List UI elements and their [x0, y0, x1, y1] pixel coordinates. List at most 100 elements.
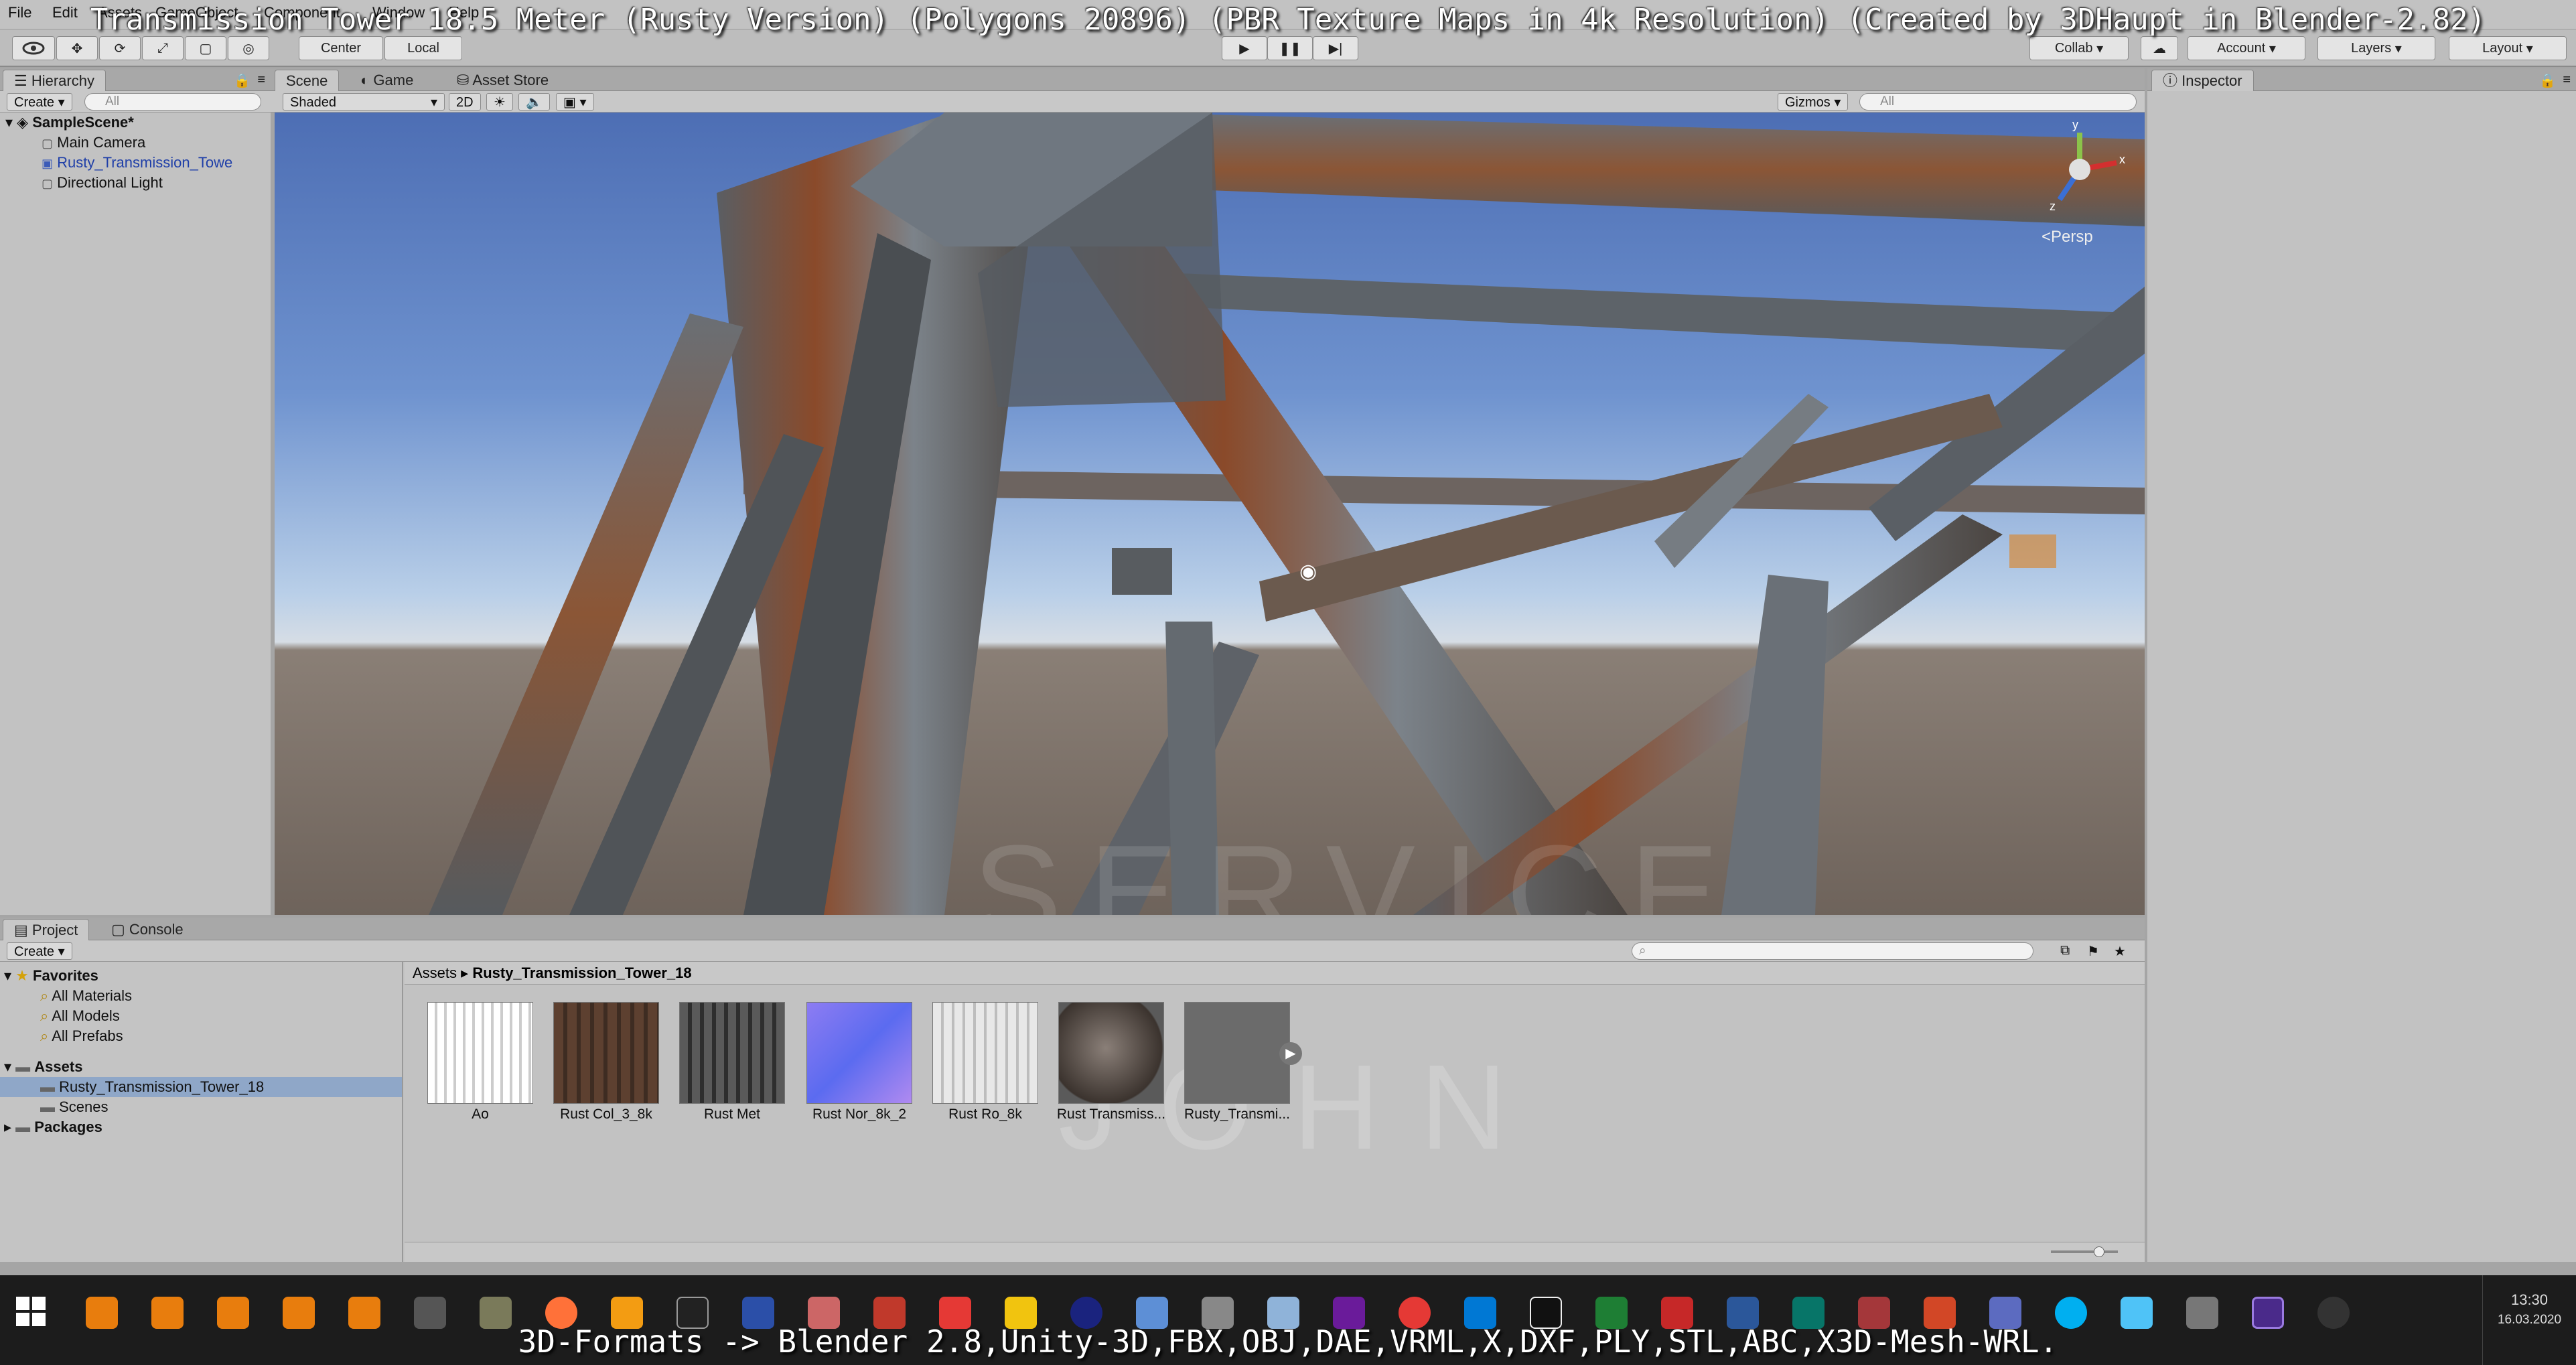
packages-folder[interactable]: ▸ ▬ Packages — [0, 1117, 402, 1137]
layout-dropdown[interactable]: Layout ▾ — [2449, 36, 2567, 60]
tab-game[interactable]: ◐ Game — [350, 70, 424, 91]
rect-tool-button[interactable]: ▢ — [185, 36, 226, 60]
asset-thumbnail-ao[interactable] — [427, 1002, 533, 1104]
scene-root-item[interactable]: ▾ ◈ SampleScene* — [0, 113, 271, 133]
lighting-toggle[interactable]: ☀ — [486, 93, 513, 111]
breadcrumb-folder[interactable]: Rusty_Transmission_Tower_18 — [472, 964, 691, 981]
move-tool-button[interactable]: ✥ — [56, 36, 98, 60]
audio-toggle[interactable]: 🔈 — [518, 93, 550, 111]
project-create-dropdown[interactable]: Create ▾ — [7, 942, 72, 960]
asset-thumbnail-material[interactable] — [1058, 1002, 1164, 1104]
account-dropdown[interactable]: Account ▾ — [2188, 36, 2305, 60]
zoom-slider-handle[interactable] — [2094, 1246, 2104, 1257]
panel-menu-icon[interactable]: ≡ — [257, 72, 265, 88]
folder-item-selected[interactable]: ▬ Rusty_Transmission_Tower_18 — [0, 1077, 402, 1097]
asset-thumbnail-roughness[interactable] — [932, 1002, 1038, 1104]
lock-icon[interactable]: 🔒 — [2539, 72, 2556, 89]
pivot-center-button[interactable]: Center — [299, 36, 383, 60]
folder-icon: ▤ — [14, 922, 32, 938]
transmission-tower-render — [429, 113, 2145, 915]
tab-scene[interactable]: Scene — [275, 70, 340, 91]
breadcrumb-assets[interactable]: Assets — [413, 964, 457, 981]
folder-item[interactable]: ▬ Scenes — [0, 1097, 402, 1117]
hand-tool-button[interactable] — [12, 36, 55, 60]
folder-icon: ▬ — [40, 1098, 55, 1115]
lock-icon[interactable]: 🔒 — [234, 72, 251, 89]
gizmos-dropdown[interactable]: Gizmos ▾ — [1778, 93, 1849, 111]
collab-dropdown[interactable]: Collab ▾ — [2029, 36, 2129, 60]
transform-tool-button[interactable]: ◎ — [228, 36, 269, 60]
scene-panel-header: Scene ◐ Game ⛁ Asset Store Shaded ▾ 2D ☀ … — [271, 68, 2145, 113]
expand-arrow-icon[interactable]: ▾ — [5, 114, 13, 131]
asset-label: Rusty_Transmi... — [1184, 1106, 1290, 1122]
inspector-panel: ⓘ Inspector 🔒 ≡ — [2147, 68, 2576, 1262]
hierarchy-item[interactable]: ▢ Directional Light — [0, 173, 271, 193]
play-icon: ▶ — [1239, 41, 1250, 56]
layers-dropdown[interactable]: Layers ▾ — [2317, 36, 2435, 60]
gameobject-icon: ▢ — [42, 177, 54, 190]
favorite-item[interactable]: ⌕ All Materials — [0, 986, 402, 1006]
breadcrumb: Assets ▸ Rusty_Transmission_Tower_18 — [405, 962, 2145, 985]
search-filter-icon: ⌕ — [40, 1007, 49, 1024]
favorites-folder[interactable]: ▾ ★ Favorites — [0, 966, 402, 986]
list-icon: ☰ — [14, 72, 31, 89]
expand-prefab-icon[interactable]: ▶ — [1279, 1042, 1302, 1065]
asset-thumbnail-metal[interactable] — [679, 1002, 785, 1104]
hierarchy-item-selected[interactable]: ▣ Rusty_Transmission_Towe — [0, 153, 271, 173]
pause-button[interactable]: ❚❚ — [1267, 36, 1313, 60]
tab-hierarchy[interactable]: ☰ Hierarchy — [3, 70, 106, 91]
scene-viewport[interactable]: SERVICE y x z <Persp ◉ — [275, 113, 2145, 915]
2d-toggle[interactable]: 2D — [449, 93, 481, 111]
panel-menu-icon[interactable]: ≡ — [2563, 72, 2571, 88]
video-caption-overlay: 3D-Formats -> Blender 2.8,Unity-3D,FBX,O… — [518, 1323, 2058, 1360]
play-button[interactable]: ▶ — [1222, 36, 1267, 60]
asset-thumbnail-model[interactable] — [1184, 1002, 1290, 1104]
favorite-item[interactable]: ⌕ All Models — [0, 1006, 402, 1026]
asset-label: Rust Ro_8k — [948, 1106, 1022, 1122]
filter-label-icon[interactable]: ⚑ — [2087, 943, 2099, 960]
tab-inspector[interactable]: ⓘ Inspector — [2151, 70, 2254, 91]
zoom-slider[interactable] — [2051, 1250, 2118, 1253]
cloud-icon: ☁ — [2153, 41, 2166, 56]
assets-folder[interactable]: ▾ ▬ Assets — [0, 1057, 402, 1077]
project-search-input[interactable]: ⌕ — [1632, 942, 2033, 960]
tab-console[interactable]: ▢ Console — [100, 919, 194, 940]
pause-icon: ❚❚ — [1279, 41, 1301, 56]
hierarchy-panel: ☰ Hierarchy 🔒 ≡ Create ▾ All ▾ ◈ SampleS… — [0, 68, 271, 915]
search-icon: ⌕ — [1639, 944, 1646, 958]
step-icon: ▶| — [1328, 41, 1343, 56]
step-button[interactable]: ▶| — [1313, 36, 1358, 60]
info-icon: ⓘ — [2163, 72, 2182, 89]
windows-start-icon[interactable] — [16, 1297, 46, 1326]
scene-search-input[interactable]: All — [1859, 93, 2137, 111]
filter-type-icon[interactable]: ⧉ — [2060, 943, 2070, 958]
hierarchy-item[interactable]: ▢ Main Camera — [0, 133, 271, 153]
favorite-item[interactable]: ⌕ All Prefabs — [0, 1026, 402, 1046]
folder-icon: ▬ — [40, 1078, 55, 1095]
rotate-tool-button[interactable]: ⟳ — [99, 36, 141, 60]
project-footer — [405, 1242, 2145, 1262]
shading-mode-dropdown[interactable]: Shaded ▾ — [283, 93, 445, 111]
hierarchy-search-input[interactable]: All — [84, 93, 261, 111]
rotate-icon: ⟳ — [114, 41, 126, 56]
cursor-eye-icon: ◉ — [1299, 561, 1317, 583]
asset-thumbnail-normal[interactable] — [806, 1002, 912, 1104]
asset-label: Ao — [472, 1106, 489, 1122]
eye-icon — [22, 42, 45, 55]
asset-label: Rust Met — [703, 1106, 761, 1122]
favorite-star-icon[interactable]: ★ — [2114, 943, 2126, 960]
tab-asset-store[interactable]: ⛁ Asset Store — [446, 70, 559, 91]
hierarchy-create-dropdown[interactable]: Create ▾ — [7, 93, 72, 111]
asset-thumbnail-color[interactable] — [553, 1002, 659, 1104]
star-icon: ★ — [15, 967, 29, 984]
asset-label: Rust Nor_8k_2 — [812, 1106, 907, 1122]
scale-tool-button[interactable]: ⤢ — [142, 36, 184, 60]
pivot-local-button[interactable]: Local — [384, 36, 462, 60]
effects-dropdown[interactable]: ▣ ▾ — [556, 93, 594, 111]
scene-gizmo[interactable]: y x z — [2029, 118, 2130, 220]
image-icon: ▣ — [563, 95, 576, 110]
cloud-button[interactable]: ☁ — [2141, 36, 2178, 60]
speaker-icon: 🔈 — [526, 95, 543, 110]
tab-project[interactable]: ▤ Project — [3, 919, 90, 940]
projection-label[interactable]: <Persp — [2042, 228, 2093, 246]
